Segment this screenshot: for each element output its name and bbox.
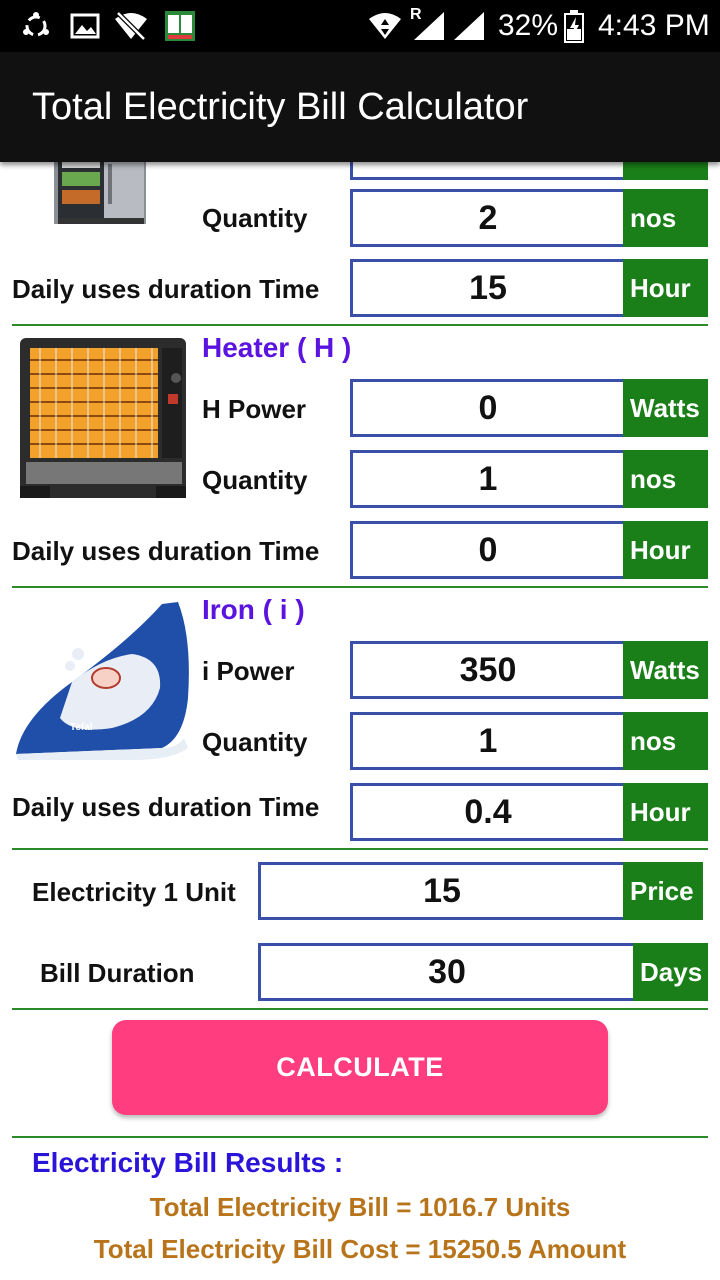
status-bar: R 32% 4:43 PM	[0, 0, 720, 52]
heater-duration-field[interactable]: 0	[350, 521, 626, 579]
signal-icon	[452, 10, 486, 42]
section-divider	[12, 848, 708, 850]
iron-duration-unit: Hour	[623, 783, 708, 841]
section-divider	[12, 586, 708, 588]
heater-power-unit: Watts	[623, 379, 708, 437]
heater-image	[16, 336, 190, 502]
iron-duration-label: Daily uses duration Time	[12, 792, 320, 822]
app-title: Total Electricity Bill Calculator	[32, 86, 529, 128]
unit-price-field[interactable]: 15	[258, 862, 626, 920]
bill-duration-unit: Days	[633, 943, 708, 1001]
section-divider	[12, 1136, 708, 1138]
fridge-power-unit	[623, 162, 708, 180]
fridge-duration-field[interactable]: 15	[350, 259, 626, 317]
battery-percent: 32%	[498, 9, 559, 42]
section-divider	[12, 1008, 708, 1010]
heater-title: Heater ( H )	[202, 332, 352, 363]
iron-quantity-unit: nos	[623, 712, 708, 770]
heater-quantity-field[interactable]: 1	[350, 450, 626, 508]
iron-power-label: i Power	[202, 656, 295, 686]
iron-title: Iron ( i )	[202, 594, 305, 625]
roaming-badge: R	[410, 6, 422, 23]
heater-duration-unit: Hour	[623, 521, 708, 579]
calculate-button[interactable]: CALCULATE	[112, 1020, 608, 1115]
book-app-icon	[164, 10, 196, 42]
iron-brand-text: Tefal	[70, 722, 93, 733]
heater-power-field[interactable]: 0	[350, 379, 626, 437]
heater-quantity-unit: nos	[623, 450, 708, 508]
app-bar: Total Electricity Bill Calculator	[0, 52, 720, 162]
iron-quantity-label: Quantity	[202, 727, 308, 757]
fridge-duration-label: Daily uses duration Time	[12, 274, 320, 304]
fridge-quantity-field[interactable]: 2	[350, 189, 626, 247]
section-divider	[12, 324, 708, 326]
iron-image: Tefal	[12, 598, 192, 762]
fridge-quantity-unit: nos	[623, 189, 708, 247]
battery-icon	[562, 10, 586, 43]
wifi-off-icon	[114, 10, 148, 42]
data-transfer-icon	[368, 10, 402, 42]
total-units-result: Total Electricity Bill = 1016.7 Units	[149, 1192, 571, 1222]
bill-duration-label: Bill Duration	[40, 958, 195, 988]
bill-duration-field[interactable]: 30	[258, 943, 636, 1001]
sync-icon	[20, 10, 52, 42]
calculator-form[interactable]: Quantity 2 nos Daily uses duration Time …	[0, 162, 720, 1280]
fridge-image	[50, 162, 150, 232]
iron-power-field[interactable]: 350	[350, 641, 626, 699]
heater-quantity-label: Quantity	[202, 465, 308, 495]
unit-price-unit: Price	[623, 862, 703, 920]
heater-duration-label: Daily uses duration Time	[12, 536, 320, 566]
iron-power-unit: Watts	[623, 641, 708, 699]
iron-quantity-field[interactable]: 1	[350, 712, 626, 770]
iron-duration-field[interactable]: 0.4	[350, 783, 626, 841]
unit-price-label: Electricity 1 Unit	[32, 877, 236, 907]
clock: 4:43 PM	[598, 9, 710, 42]
gallery-icon	[70, 10, 100, 42]
fridge-power-field[interactable]	[350, 162, 626, 180]
total-cost-result: Total Electricity Bill Cost = 15250.5 Am…	[93, 1234, 627, 1264]
heater-power-label: H Power	[202, 394, 307, 424]
results-title: Electricity Bill Results :	[32, 1147, 344, 1178]
fridge-duration-unit: Hour	[623, 259, 708, 317]
fridge-quantity-label: Quantity	[202, 203, 308, 233]
